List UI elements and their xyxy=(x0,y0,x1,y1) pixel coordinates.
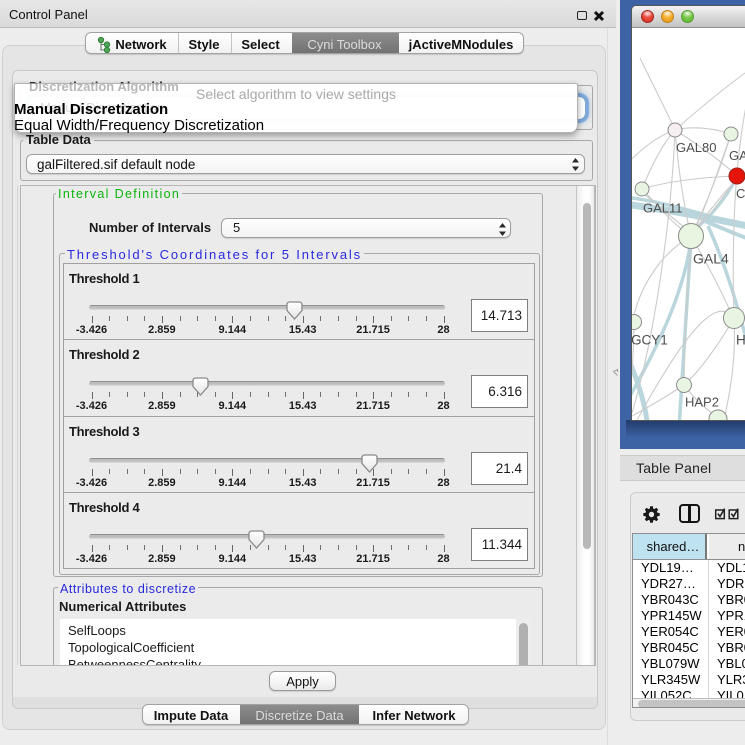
svg-text:GA: GA xyxy=(729,148,745,163)
svg-text:GAL80: GAL80 xyxy=(676,140,716,155)
svg-text:GCY1: GCY1 xyxy=(632,333,668,348)
svg-text:GAL4: GAL4 xyxy=(693,251,729,267)
svg-text:GAL11: GAL11 xyxy=(643,201,683,216)
svg-text:HAP2: HAP2 xyxy=(685,395,719,410)
svg-text:H: H xyxy=(736,333,745,348)
svg-text:C: C xyxy=(736,186,745,201)
